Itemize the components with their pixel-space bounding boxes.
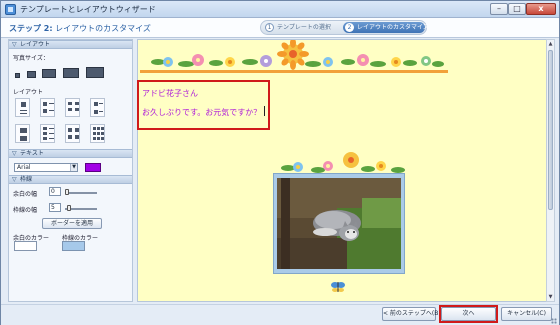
border-width-label: 枠線の幅 <box>13 207 38 214</box>
cat-photo[interactable] <box>277 178 401 269</box>
layout-option-4[interactable] <box>90 98 105 117</box>
window-title: テンプレートとレイアウトウィザード <box>20 5 156 14</box>
step-number-2: 2 <box>345 23 354 32</box>
canvas-scrollbar[interactable]: ▲ ▼ <box>546 39 555 302</box>
margin-width-label: 余白の幅 <box>13 191 38 198</box>
step-customize-layout[interactable]: 2 レイアウトのカスタマイズ <box>343 22 429 33</box>
greeting-text[interactable]: アドビ花子さん <box>142 88 198 99</box>
step-indicator: 1 テンプレートの選択 2 レイアウトのカスタマイズ <box>260 20 429 35</box>
layout-label: レイアウト <box>13 89 44 96</box>
margin-width-slider-track[interactable] <box>65 192 97 194</box>
collapse-chevron-icon: ▽ <box>12 150 17 157</box>
layout-option-1[interactable] <box>15 98 30 117</box>
layout-option-2[interactable] <box>40 98 55 117</box>
step-select-template[interactable]: 1 テンプレートの選択 <box>263 22 341 33</box>
step-name: レイアウトのカスタマイズ <box>55 24 151 33</box>
back-button[interactable]: < 前のステップへ(B) <box>382 307 441 321</box>
wizard-window: テンプレートとレイアウトウィザード – □ x ステップ 2: レイアウトのカス… <box>0 0 560 325</box>
layout-option-5[interactable] <box>15 124 30 143</box>
border-width-field[interactable]: 5 <box>49 203 61 212</box>
photo-size-l-button[interactable] <box>63 68 79 78</box>
next-button-highlight <box>439 305 498 323</box>
step-label-2: レイアウトのカスタマイズ <box>357 24 429 31</box>
layout-section-title: レイアウト <box>20 41 51 48</box>
resize-grip-icon[interactable] <box>551 318 557 324</box>
text-section-header[interactable]: ▽ テキスト <box>9 149 132 158</box>
margin-width-slider-thumb[interactable] <box>65 189 69 195</box>
collapse-chevron-icon: ▽ <box>12 41 17 48</box>
minimize-button[interactable]: – <box>490 3 508 15</box>
font-select[interactable]: Arial ▼ <box>14 163 78 172</box>
app-icon <box>5 4 16 15</box>
message-text[interactable]: お久しぶりです。お元気ですか？ <box>142 107 261 118</box>
step-title: ステップ 2: レイアウトのカスタマイズ <box>9 23 151 34</box>
text-cursor <box>264 106 265 116</box>
photo-size-xs-button[interactable] <box>15 73 20 78</box>
cancel-button[interactable]: キャンセル(C) <box>501 307 552 321</box>
border-section-title: 枠線 <box>20 176 33 183</box>
photo-size-xl-button[interactable] <box>86 67 104 78</box>
border-width-slider-thumb[interactable] <box>67 205 71 211</box>
step-prefix: ステップ 2: <box>9 24 53 33</box>
maximize-button[interactable]: □ <box>508 3 526 15</box>
photo-size-label: 写真サイズ： <box>13 55 49 62</box>
step-header: ステップ 2: レイアウトのカスタマイズ 1 テンプレートの選択 2 レイアウトのカ… <box>1 18 559 38</box>
layout-option-8[interactable] <box>90 124 105 143</box>
border-section-header[interactable]: ▽ 枠線 <box>9 175 132 184</box>
flower-garland-decoration <box>140 40 448 73</box>
layout-section-header[interactable]: ▽ レイアウト <box>9 40 132 49</box>
layout-option-3[interactable] <box>65 98 80 117</box>
butterfly-icon <box>331 282 345 292</box>
photo-size-m-button[interactable] <box>42 69 56 78</box>
text-section-title: テキスト <box>20 150 44 157</box>
font-select-value: Arial <box>17 164 31 171</box>
step-number-1: 1 <box>265 23 274 32</box>
scroll-up-icon[interactable]: ▲ <box>547 40 554 48</box>
options-panel: ▽ レイアウト 写真サイズ： レイアウト ▽ テキスト Arial ▼ ▽ 枠線… <box>8 39 133 302</box>
collapse-chevron-icon: ▽ <box>12 176 17 183</box>
scroll-down-icon[interactable]: ▼ <box>547 293 554 301</box>
font-color-swatch[interactable] <box>85 163 101 172</box>
photo-size-s-button[interactable] <box>27 71 36 78</box>
close-button[interactable]: x <box>526 3 556 15</box>
layout-option-6[interactable] <box>40 124 55 143</box>
step-label-1: テンプレートの選択 <box>277 24 331 31</box>
title-bar: テンプレートとレイアウトウィザード – □ x <box>1 1 559 18</box>
layout-option-7[interactable] <box>65 124 80 143</box>
margin-width-field[interactable]: 0 <box>49 187 61 196</box>
chevron-down-icon: ▼ <box>70 164 77 171</box>
scrollbar-thumb[interactable] <box>548 50 553 210</box>
apply-border-button[interactable]: ボーダーを適用 <box>42 218 102 229</box>
margin-color-swatch[interactable] <box>14 241 37 251</box>
border-color-swatch[interactable] <box>62 241 85 251</box>
